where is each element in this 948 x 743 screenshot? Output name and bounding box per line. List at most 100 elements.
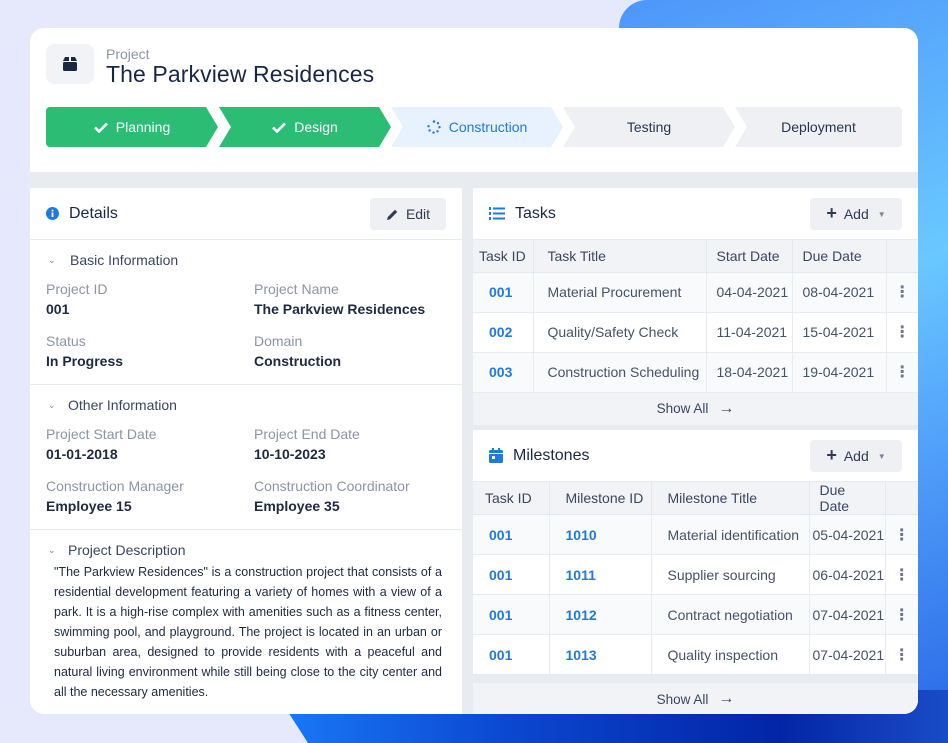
field-value: 001 — [46, 301, 70, 317]
spinner-icon — [427, 120, 441, 134]
milestones-card: Milestones + Add ▼ Task ID Milestone ID … — [473, 430, 918, 714]
task-id-link[interactable]: 001 — [473, 634, 550, 675]
edit-label: Edit — [405, 206, 431, 222]
column-header[interactable]: Task Title — [533, 240, 707, 273]
calendar-icon — [489, 448, 503, 463]
section-heading: Basic Information — [70, 252, 179, 268]
project-header: Project The Parkview Residences Planning… — [30, 28, 918, 172]
task-title: Material Procurement — [533, 272, 707, 313]
field-project-id: Project ID 001 — [46, 280, 254, 320]
more-options-icon[interactable]: ⋮ — [885, 594, 918, 635]
table-row[interactable]: 001 1013 Quality inspection 07-04-2021 ⋮ — [473, 634, 918, 675]
step-construction[interactable]: Construction — [391, 107, 563, 147]
milestone-id-link[interactable]: 1012 — [549, 594, 652, 635]
field-project-name: Project Name The Parkview Residences — [254, 280, 454, 320]
task-id-link[interactable]: 001 — [473, 272, 534, 313]
add-label: Add — [843, 206, 869, 222]
milestone-due-date: 07-04-2021 — [809, 634, 886, 675]
task-start-date: 18-04-2021 — [706, 352, 793, 393]
column-header[interactable]: Task ID — [473, 240, 534, 273]
section-heading: Other Information — [68, 397, 177, 413]
column-header — [886, 240, 918, 273]
more-options-icon[interactable]: ⋮ — [885, 554, 918, 595]
column-header[interactable]: Task ID — [473, 482, 550, 515]
more-options-icon[interactable]: ⋮ — [885, 634, 918, 675]
step-design[interactable]: Design — [219, 107, 391, 147]
project-kicker: Project — [106, 46, 150, 62]
table-row[interactable]: 003 Construction Scheduling 18-04-2021 1… — [473, 352, 918, 393]
box-icon — [46, 44, 94, 84]
column-header[interactable]: Start Date — [706, 240, 793, 273]
field-value: Employee 35 — [254, 498, 340, 514]
table-row[interactable]: 001 1012 Contract negotiation 07-04-2021… — [473, 594, 918, 635]
edit-button[interactable]: Edit — [370, 198, 446, 230]
table-row[interactable]: 001 Material Procurement 04-04-2021 08-0… — [473, 272, 918, 313]
basic-information-toggle[interactable]: ⌄ Basic Information — [46, 240, 446, 280]
step-label: Testing — [626, 119, 672, 135]
tasks-show-all-link[interactable]: Show All → — [473, 392, 918, 425]
task-due-date: 08-04-2021 — [792, 272, 887, 313]
task-due-date: 15-04-2021 — [792, 312, 887, 353]
milestones-show-all-link[interactable]: Show All → — [473, 675, 918, 714]
milestone-title: Supplier sourcing — [651, 554, 810, 595]
chevron-down-icon: ⌄ — [48, 399, 56, 410]
milestone-id-link[interactable]: 1011 — [549, 554, 652, 595]
field-label: Domain — [254, 333, 303, 349]
plus-icon: + — [826, 202, 837, 223]
check-icon — [272, 122, 287, 133]
table-row[interactable]: 002 Quality/Safety Check 11-04-2021 15-0… — [473, 312, 918, 353]
more-options-icon[interactable]: ⋮ — [886, 312, 918, 353]
numbered-list-icon — [489, 207, 505, 220]
task-id-link[interactable]: 001 — [473, 594, 550, 635]
task-title: Quality/Safety Check — [533, 312, 707, 353]
column-header — [885, 482, 918, 515]
other-information-toggle[interactable]: ⌄ Other Information — [46, 385, 446, 425]
task-start-date: 04-04-2021 — [706, 272, 793, 313]
column-header[interactable]: Milestone Title — [651, 482, 810, 515]
column-header[interactable]: Milestone ID — [549, 482, 652, 515]
caret-down-icon: ▼ — [877, 451, 886, 461]
more-options-icon[interactable]: ⋮ — [886, 272, 918, 313]
column-header[interactable]: Due Date — [809, 482, 886, 515]
project-description-section: ⌄ Project Description "The Parkview Resi… — [30, 530, 462, 702]
more-options-icon[interactable]: ⋮ — [886, 352, 918, 393]
task-id-link[interactable]: 001 — [473, 554, 550, 595]
project-dashboard: Project The Parkview Residences Planning… — [30, 28, 918, 714]
field-value: 10-10-2023 — [254, 446, 326, 462]
milestone-id-link[interactable]: 1010 — [549, 514, 652, 555]
table-row[interactable]: 001 1011 Supplier sourcing 06-04-2021 ⋮ — [473, 554, 918, 595]
add-task-button[interactable]: + Add ▼ — [810, 198, 902, 230]
field-start-date: Project Start Date 01-01-2018 — [46, 425, 254, 465]
more-options-icon[interactable]: ⋮ — [885, 514, 918, 555]
field-value: In Progress — [46, 353, 124, 369]
field-status: Status In Progress — [46, 332, 254, 372]
task-id-link[interactable]: 002 — [473, 312, 534, 353]
basic-information-section: ⌄ Basic Information Project ID 001 Projec… — [30, 240, 462, 385]
step-label: Planning — [115, 119, 171, 135]
page-title: The Parkview Residences — [106, 61, 375, 87]
details-card: Details Edit ⌄ Basic Information Project… — [30, 188, 462, 714]
field-value: The Parkview Residences — [254, 301, 426, 317]
milestones-title: Milestones — [513, 446, 590, 464]
step-deployment[interactable]: Deployment — [735, 107, 902, 147]
arrow-right-icon: → — [718, 690, 735, 707]
details-title: Details — [69, 204, 118, 222]
field-label: Construction Coordinator — [254, 478, 410, 494]
add-milestone-button[interactable]: + Add ▼ — [810, 440, 902, 472]
task-id-link[interactable]: 003 — [473, 352, 534, 393]
milestone-due-date: 06-04-2021 — [809, 554, 886, 595]
task-id-link[interactable]: 001 — [473, 514, 550, 555]
field-label: Project Name — [254, 281, 339, 297]
milestone-due-date: 05-04-2021 — [809, 514, 886, 555]
milestones-table: Task ID Milestone ID Milestone Title Due… — [473, 482, 918, 675]
column-header[interactable]: Due Date — [792, 240, 887, 273]
field-label: Project Start Date — [46, 426, 157, 442]
field-label: Construction Manager — [46, 478, 184, 494]
milestone-id-link[interactable]: 1013 — [549, 634, 652, 675]
table-row[interactable]: 001 1010 Material identification 05-04-2… — [473, 514, 918, 555]
tasks-table: Task ID Task Title Start Date Due Date 0… — [473, 240, 918, 393]
details-header: Details Edit — [30, 188, 462, 240]
milestone-title: Material identification — [651, 514, 810, 555]
step-testing[interactable]: Testing — [563, 107, 735, 147]
step-planning[interactable]: Planning — [46, 107, 218, 147]
